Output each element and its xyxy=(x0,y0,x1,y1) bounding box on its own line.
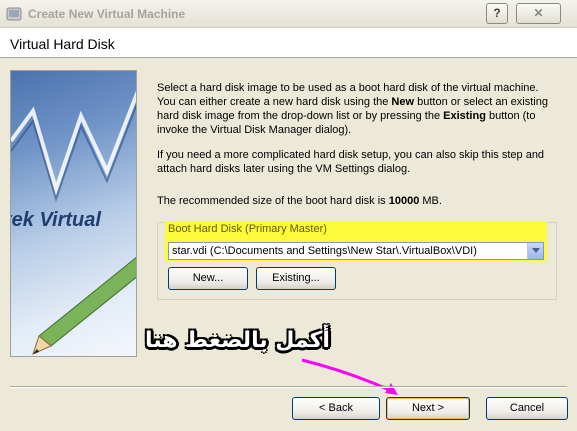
page-title: Virtual Hard Disk xyxy=(10,36,115,52)
annotation-text: أكمل بالضغط هنا xyxy=(145,328,330,353)
description-paragraph-2: If you need a more complicated hard disk… xyxy=(157,149,545,175)
title-bar: Create New Virtual Machine ? ✕ xyxy=(0,0,577,28)
boot-disk-selected-value: star.vdi (C:\Documents and Settings\New … xyxy=(172,245,477,257)
page-header: Virtual Hard Disk xyxy=(0,28,577,58)
window-title: Create New Virtual Machine xyxy=(28,7,186,21)
existing-disk-button[interactable]: Existing... xyxy=(256,267,336,290)
pencil-icon xyxy=(32,256,136,355)
boot-disk-dropdown[interactable]: star.vdi (C:\Documents and Settings\New … xyxy=(168,242,544,260)
wizard-side-image: tek Virtual xyxy=(10,70,137,357)
description-paragraph-1: Select a hard disk image to be used as a… xyxy=(157,82,548,136)
footer-divider xyxy=(10,386,567,388)
cancel-button[interactable]: Cancel xyxy=(486,397,568,420)
chevron-down-icon xyxy=(532,248,540,253)
recommended-size-text: The recommended size of the boot hard di… xyxy=(157,195,442,207)
next-button[interactable]: Next > xyxy=(386,397,470,420)
close-button[interactable]: ✕ xyxy=(516,3,561,24)
wizard-graphic: tek Virtual xyxy=(11,90,136,355)
virtualbox-app-icon xyxy=(6,7,22,21)
dropdown-arrow-button[interactable] xyxy=(527,243,543,259)
boot-disk-legend: Boot Hard Disk (Primary Master) xyxy=(168,223,327,235)
side-image-text: tek Virtual xyxy=(11,209,101,231)
new-disk-button[interactable]: New... xyxy=(168,267,248,290)
help-button[interactable]: ? xyxy=(486,3,508,24)
back-button[interactable]: < Back xyxy=(292,397,380,420)
